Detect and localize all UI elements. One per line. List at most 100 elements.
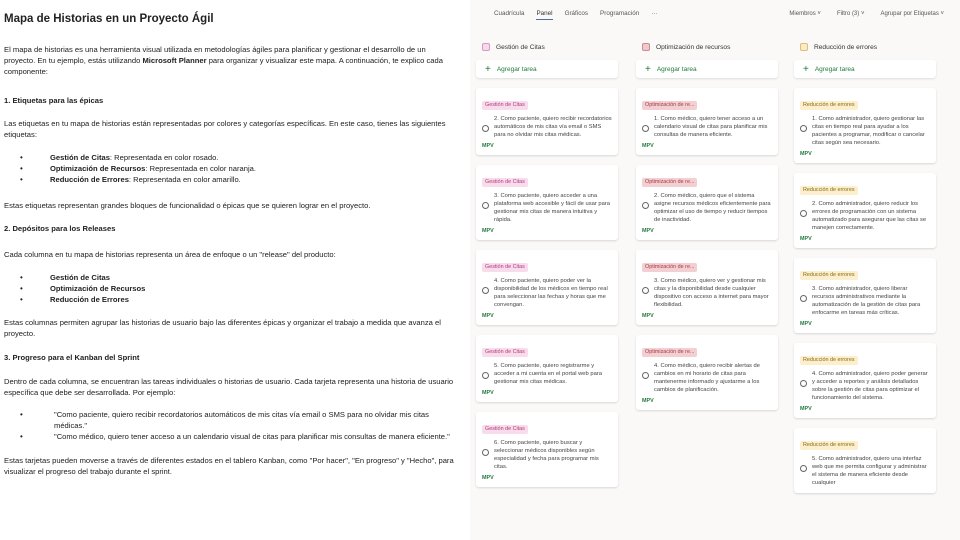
task-mpv-label: MPV — [642, 143, 654, 149]
label-tag: Gestión de Citas — [482, 101, 528, 110]
task-mpv-label: MPV — [800, 151, 812, 157]
label-tag: Reducción de errores — [800, 441, 858, 450]
task-card[interactable]: Gestión de Citas 4. Como paciente, quiero… — [476, 250, 618, 325]
bucket-header[interactable]: Optimización de recursos — [636, 40, 778, 54]
plus-icon: + — [803, 63, 809, 75]
section-2-after: Estas columnas permiten agrupar las hist… — [4, 318, 441, 338]
section-2-title: 2. Depósitos para los Releases — [4, 224, 116, 233]
complete-task-checkbox[interactable] — [800, 380, 807, 387]
section-3-list: "Como paciente, quiero recibir recordato… — [4, 409, 458, 442]
tab-panel[interactable]: Panel — [536, 10, 553, 20]
task-title: 1. Como administrador, quiero gestionar … — [812, 116, 925, 146]
task-card[interactable]: Gestión de Citas 3. Como paciente, quiero… — [476, 165, 618, 240]
label-tag: Reducción de errores — [800, 356, 858, 365]
complete-task-checkbox[interactable] — [800, 465, 807, 472]
task-card[interactable]: Gestión de Citas 6. Como paciente, quiero… — [476, 412, 618, 487]
list-item: Optimización de Recursos — [4, 283, 458, 294]
task-card[interactable]: Reducción de errores 5. Como administrado… — [794, 428, 936, 493]
add-task-label: Agregar tarea — [656, 65, 697, 73]
task-card[interactable]: Optimización de re... 3. Como médico, qui… — [636, 250, 778, 325]
section-3-title: 3. Progreso para el Kanban del Sprint — [4, 353, 140, 362]
board-controls: Miembros ˅ Filtro (3) ˅ Agrupar por Etiq… — [789, 11, 944, 17]
section-3-text: Dentro de cada columna, se encuentran la… — [4, 377, 454, 397]
complete-task-checkbox[interactable] — [642, 287, 649, 294]
filter-dropdown[interactable]: Filtro (3) ˅ — [837, 11, 865, 17]
group-by-dropdown[interactable]: Agrupar por Etiquetas ˅ — [880, 11, 944, 17]
task-title: 4. Como paciente, quiero poder ver la di… — [494, 278, 608, 308]
bucket-header[interactable]: Reducción de errores — [794, 40, 936, 54]
task-mpv-label: MPV — [482, 143, 494, 149]
complete-task-checkbox[interactable] — [800, 295, 807, 302]
task-mpv-label: MPV — [800, 321, 812, 327]
document-panel: Mapa de Historias en un Proyecto Ágil El… — [0, 0, 462, 540]
task-title: 2. Como administrador, quiero reducir lo… — [812, 201, 927, 231]
add-task-button[interactable]: + Agregar tarea — [794, 60, 936, 78]
task-mpv-label: MPV — [800, 236, 812, 242]
task-card[interactable]: Reducción de errores 1. Como administrado… — [794, 88, 936, 163]
add-task-label: Agregar tarea — [496, 65, 537, 73]
task-title: 3. Como paciente, quiero acceder a una p… — [494, 193, 610, 223]
task-mpv-label: MPV — [482, 313, 494, 319]
bucket-title: Optimización de recursos — [656, 43, 731, 51]
task-title: 5. Como paciente, quiero registrarme y a… — [494, 363, 602, 385]
list-item: Reducción de Errores: Representada en co… — [4, 174, 458, 185]
bucket-column: Gestión de Citas + Agregar tarea Gestión de… — [476, 40, 618, 487]
section-2-text: Cada columna en tu mapa de historias rep… — [4, 250, 336, 259]
complete-task-checkbox[interactable] — [800, 210, 807, 217]
bucket-color-swatch — [642, 43, 650, 51]
task-title: 2. Como paciente, quiero recibir recorda… — [494, 116, 612, 138]
task-card[interactable]: Reducción de errores 2. Como administrado… — [794, 173, 936, 248]
task-card[interactable]: Optimización de re... 1. Como médico, qui… — [636, 88, 778, 155]
task-card[interactable]: Optimización de re... 4. Como médico, qui… — [636, 335, 778, 410]
task-mpv-label: MPV — [642, 398, 654, 404]
bucket-column: Reducción de errores + Agregar tarea Reducc… — [794, 40, 936, 493]
tab-cuadricula[interactable]: Cuadrícula — [494, 10, 524, 20]
complete-task-checkbox[interactable] — [642, 202, 649, 209]
label-tag: Gestión de Citas — [482, 425, 528, 434]
task-mpv-label: MPV — [642, 313, 654, 319]
complete-task-checkbox[interactable] — [482, 287, 489, 294]
list-item: Gestión de Citas: Representada en color … — [4, 152, 458, 163]
tab-graficos[interactable]: Gráficos — [565, 10, 588, 20]
complete-task-checkbox[interactable] — [642, 372, 649, 379]
task-card[interactable]: Reducción de errores 3. Como administrado… — [794, 258, 936, 333]
bucket-title: Gestión de Citas — [496, 43, 545, 51]
task-card[interactable]: Gestión de Citas 2. Como paciente, quiero… — [476, 88, 618, 155]
label-tag: Gestión de Citas — [482, 178, 528, 187]
task-mpv-label: MPV — [800, 406, 812, 412]
section-3-after: Estas tarjetas pueden moverse a través d… — [4, 456, 454, 476]
task-title: 1. Como médico, quiero tener acceso a un… — [654, 116, 768, 138]
bucket-title: Reducción de errores — [814, 43, 878, 51]
label-tag: Optimización de re... — [642, 263, 698, 272]
label-tag: Gestión de Citas — [482, 348, 528, 357]
task-card[interactable]: Optimización de re... 2. Como médico, qui… — [636, 165, 778, 240]
list-item: "Como médico, quiero tener acceso a un c… — [4, 431, 458, 442]
add-task-button[interactable]: + Agregar tarea — [476, 60, 618, 78]
members-dropdown[interactable]: Miembros ˅ — [789, 11, 821, 17]
task-mpv-label: MPV — [642, 228, 654, 234]
complete-task-checkbox[interactable] — [482, 449, 489, 456]
label-tag: Reducción de errores — [800, 271, 858, 280]
plus-icon: + — [645, 63, 651, 75]
label-tag: Reducción de errores — [800, 101, 858, 110]
complete-task-checkbox[interactable] — [800, 125, 807, 132]
complete-task-checkbox[interactable] — [642, 125, 649, 132]
section-1-title: 1. Etiquetas para las épicas — [4, 96, 104, 105]
task-title: 4. Como administrador, quiero poder gene… — [812, 371, 928, 401]
bucket-header[interactable]: Gestión de Citas — [476, 40, 618, 54]
doc-title: Mapa de Historias en un Proyecto Ágil — [4, 13, 214, 25]
task-title: 2. Como médico, quiero que el sistema as… — [654, 193, 771, 223]
add-task-label: Agregar tarea — [814, 65, 855, 73]
complete-task-checkbox[interactable] — [482, 125, 489, 132]
section-2-list: Gestión de Citas Optimización de Recurso… — [4, 272, 458, 305]
task-title: 4. Como médico, quiero recibir alertas d… — [654, 363, 761, 393]
list-item: Reducción de Errores — [4, 294, 458, 305]
list-item: "Como paciente, quiero recibir recordato… — [4, 409, 458, 431]
tab-programacion[interactable]: Programación — [600, 10, 639, 20]
complete-task-checkbox[interactable] — [482, 372, 489, 379]
complete-task-checkbox[interactable] — [482, 202, 489, 209]
add-task-button[interactable]: + Agregar tarea — [636, 60, 778, 78]
more-icon[interactable]: ··· — [651, 10, 657, 20]
task-card[interactable]: Reducción de errores 4. Como administrado… — [794, 343, 936, 418]
task-card[interactable]: Gestión de Citas 5. Como paciente, quiero… — [476, 335, 618, 402]
